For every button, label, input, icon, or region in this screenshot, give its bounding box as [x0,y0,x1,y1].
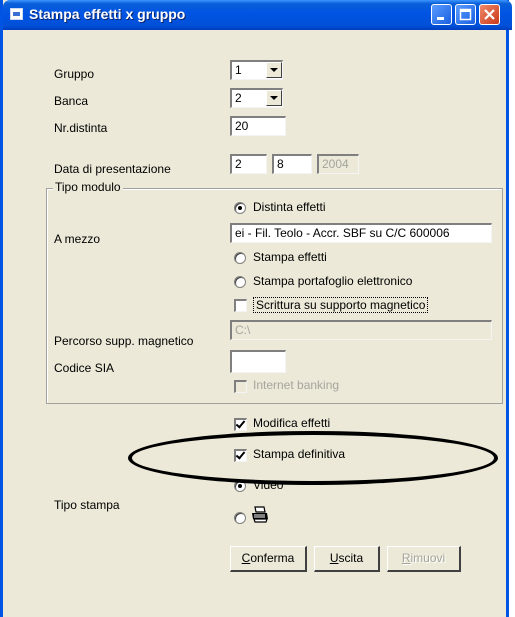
printer-icon [250,505,270,528]
a-mezzo-input[interactable]: ei - Fil. Teolo - Accr. SBF su C/C 60000… [230,223,492,243]
minimize-button[interactable] [431,4,452,25]
modifica-effetti-checkbox[interactable] [234,418,247,431]
maximize-icon [459,8,472,21]
data-presentazione-label: Data di presentazione [54,162,171,176]
banca-value: 2 [235,91,242,105]
percorso-input[interactable]: C:\ [230,320,492,340]
scrittura-supporto-checkbox[interactable] [234,299,247,312]
minimize-icon [437,17,444,20]
rimuovi-button[interactable]: Rimuovi [387,546,461,572]
conferma-button[interactable]: Conferma [230,546,307,572]
tipo-modulo-label: Tipo modulo [53,180,123,194]
conferma-accel: C [241,551,251,565]
codice-sia-label: Codice SIA [54,361,115,375]
nr-distinta-input[interactable]: 20 [230,116,286,136]
close-icon [484,9,495,20]
a-mezzo-label: A mezzo [54,232,101,246]
scrittura-supporto-label[interactable]: Scrittura su supporto magnetico [253,297,429,313]
title-bar[interactable]: Stampa effetti x gruppo [3,0,512,30]
nr-distinta-label: Nr.distinta [54,121,108,135]
banca-combo[interactable]: 2 [230,88,283,108]
gruppo-value: 1 [235,63,242,77]
data-year-input[interactable]: 2004 [317,154,359,174]
gruppo-label: Gruppo [54,67,95,81]
chevron-down-icon[interactable] [266,62,282,78]
data-month-input[interactable]: 8 [272,154,312,174]
radio-printer[interactable] [234,512,246,524]
rimuovi-rest: imuovi [410,551,446,565]
distinta-effetti-label[interactable]: Distinta effetti [253,200,325,214]
stampa-portafoglio-label[interactable]: Stampa portafoglio elettronico [253,274,412,288]
percorso-label: Percorso supp. magnetico [54,334,194,348]
gruppo-combo[interactable]: 1 [230,60,283,80]
codice-sia-input[interactable] [230,350,286,373]
conferma-rest: onferma [250,551,295,565]
tipo-stampa-label: Tipo stampa [54,498,120,512]
radio-distinta-effetti[interactable] [234,202,246,214]
internet-banking-label: Internet banking [253,378,340,392]
app-icon [10,8,23,20]
radio-stampa-portafoglio[interactable] [234,276,246,288]
chevron-down-icon[interactable] [266,90,282,106]
highlight-ellipse [128,431,498,485]
modifica-effetti-label[interactable]: Modifica effetti [253,416,330,430]
stampa-effetti-label[interactable]: Stampa effetti [253,250,327,264]
maximize-button[interactable] [455,4,476,25]
banca-label: Banca [54,94,89,108]
data-day-input[interactable]: 2 [230,154,267,174]
uscita-button[interactable]: Uscita [314,546,380,572]
internet-banking-checkbox[interactable] [234,380,247,393]
window: Stampa effetti x gruppo Gruppo 1 Banca 2… [0,0,512,617]
close-button[interactable] [479,4,500,25]
radio-stampa-effetti[interactable] [234,252,246,264]
window-title: Stampa effetti x gruppo [29,6,186,22]
uscita-rest: scita [338,551,364,565]
